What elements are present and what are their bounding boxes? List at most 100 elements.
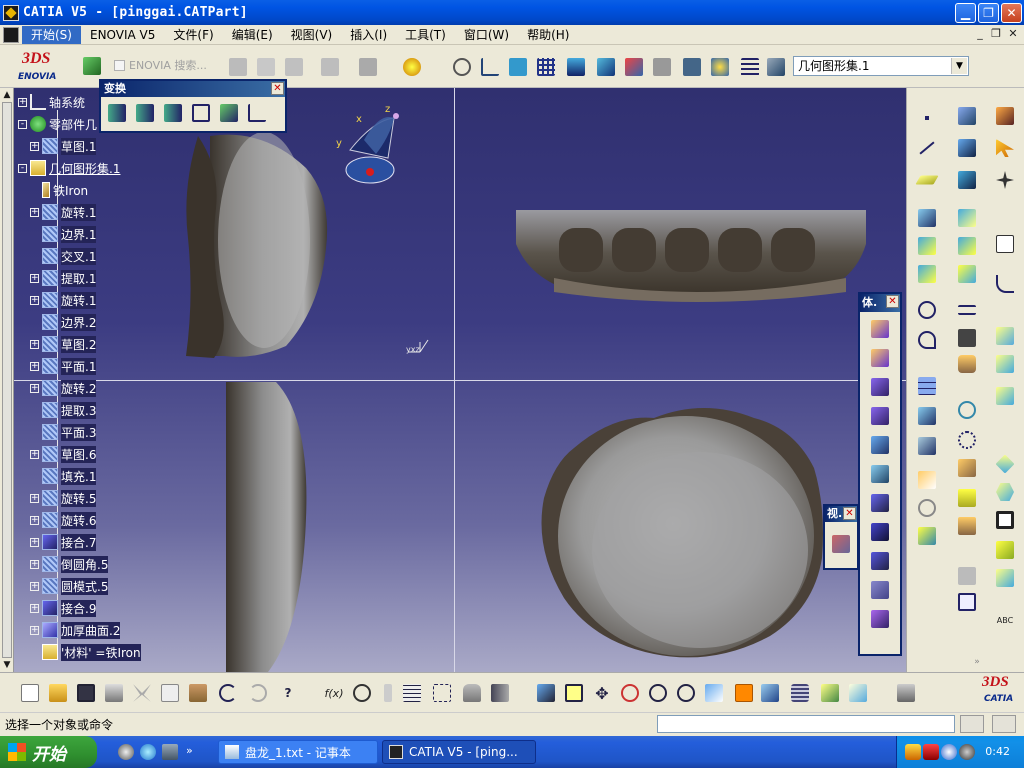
pointer-icon[interactable] (376, 681, 400, 705)
3d-viewport[interactable]: x y z yxz (14, 88, 906, 672)
split-icon[interactable] (868, 404, 892, 428)
loft-icon[interactable] (955, 168, 979, 192)
snap-icon[interactable] (993, 168, 1017, 192)
help-icon[interactable]: ? (276, 681, 300, 705)
enovia-search[interactable]: ENOVIA 搜索... (114, 57, 207, 73)
plane-tool-icon[interactable] (915, 168, 939, 192)
sphere-icon[interactable] (955, 234, 979, 258)
minimize-button[interactable]: ▁ (955, 3, 976, 23)
chevron-down-icon[interactable]: ▼ (951, 58, 967, 74)
tree-node-extract-1[interactable]: + 提取.1 (30, 268, 97, 288)
menu-edit[interactable]: 编辑(E) (223, 26, 282, 44)
multi-view-icon[interactable] (732, 681, 756, 705)
more-tools-icon[interactable]: » (965, 650, 989, 674)
pen-icon[interactable] (915, 524, 939, 548)
scroll-up-icon[interactable]: ▲ (1, 89, 13, 101)
rotate-icon[interactable] (133, 101, 157, 125)
axis-icon[interactable] (478, 55, 502, 79)
tree-node-material-param[interactable]: '材料' =铁Iron (42, 642, 141, 662)
tree-node-sketch-1[interactable]: + 草图.1 (30, 136, 97, 156)
tray-k-icon[interactable] (941, 744, 957, 760)
shape-tool-icon[interactable] (993, 566, 1017, 590)
select-arrow-icon[interactable] (993, 136, 1017, 160)
hexagon-icon[interactable] (993, 480, 1017, 504)
symmetry-icon[interactable] (161, 101, 185, 125)
catia-app-icon[interactable] (3, 4, 19, 21)
shading-icon[interactable] (788, 681, 812, 705)
cut-icon[interactable] (130, 681, 154, 705)
sketch-tool-icon[interactable] (993, 232, 1017, 256)
tree-node-revolve-1b[interactable]: + 旋转.1 (30, 290, 97, 310)
tree-node-boundary-1[interactable]: 边界.1 (42, 224, 97, 244)
tree-node-thick-surface-2[interactable]: + 加厚曲面.2 (30, 620, 121, 640)
tree-node-fillet-5[interactable]: + 倒圆角.5 (30, 554, 109, 574)
inertia-icon[interactable] (955, 326, 979, 350)
save-icon[interactable] (74, 681, 98, 705)
wave-icon[interactable] (915, 496, 939, 520)
translate-icon[interactable] (105, 101, 129, 125)
fit-all-icon[interactable] (562, 681, 586, 705)
body-toolbar[interactable]: 体. ✕ (858, 292, 902, 656)
solid-cube-icon[interactable] (868, 491, 892, 515)
tree-node-plane-1[interactable]: + 平面.1 (30, 356, 97, 376)
tree-node-plane-3[interactable]: 平面.3 (42, 422, 97, 442)
task-catia[interactable]: CATIA V5 - [ping... (382, 740, 536, 764)
enovia-connect-icon[interactable] (80, 54, 104, 78)
tool-icon-5[interactable] (356, 55, 380, 79)
catalog-tool-icon[interactable] (955, 514, 979, 538)
hide-show-icon[interactable] (818, 681, 842, 705)
copy-icon[interactable] (158, 681, 182, 705)
tree-node-join-9[interactable]: + 接合.9 (30, 598, 97, 618)
list-icon[interactable] (738, 55, 762, 79)
sketcher-icon[interactable] (400, 55, 424, 79)
close-icon[interactable]: ✕ (271, 82, 284, 95)
blend-icon[interactable] (955, 262, 979, 286)
zoom-out-icon[interactable] (674, 681, 698, 705)
tree-layout-icon[interactable] (506, 55, 530, 79)
start-button[interactable]: 开始 (0, 736, 97, 768)
fly-mode-icon[interactable] (534, 681, 558, 705)
draft-icon[interactable] (993, 324, 1017, 348)
transform-toolbar[interactable]: 变换 ✕ (99, 79, 287, 133)
tool-icon-3[interactable] (282, 55, 306, 79)
menu-start[interactable]: 开始(S) (22, 25, 81, 44)
tray-app-icon[interactable] (905, 744, 921, 760)
scroll-down-icon[interactable]: ▼ (1, 659, 13, 671)
measure-between-icon[interactable] (955, 298, 979, 322)
layers-tool-icon[interactable] (955, 486, 979, 510)
diamond-icon[interactable] (993, 452, 1017, 476)
command-history-icon[interactable] (992, 715, 1016, 733)
camera-icon[interactable] (894, 681, 918, 705)
helix-icon[interactable] (955, 136, 979, 160)
pad-icon[interactable] (868, 462, 892, 486)
menu-window[interactable]: 窗口(W) (455, 26, 518, 44)
formula-icon[interactable]: f(x) (322, 681, 346, 705)
viewport-divider-horizontal[interactable] (14, 380, 906, 381)
tree-node-extract-3[interactable]: 提取.3 (42, 400, 97, 420)
normal-view-icon[interactable] (702, 681, 726, 705)
thick-surface-tool-icon[interactable] (868, 317, 892, 341)
restore-button[interactable]: ❐ (978, 3, 999, 23)
tree-scrollbar[interactable]: ▲ ▼ (0, 88, 14, 672)
command-input[interactable] (657, 715, 955, 733)
doc-close-button[interactable]: ✕ (1005, 27, 1021, 41)
stop-command-icon[interactable] (960, 715, 984, 733)
curve-tool-icon[interactable] (915, 468, 939, 492)
close-button[interactable]: ✕ (1001, 3, 1022, 23)
document-menu-icon[interactable] (3, 26, 19, 43)
open-folder-icon[interactable] (46, 681, 70, 705)
part-design-icon[interactable] (993, 104, 1017, 128)
search-checkbox[interactable] (114, 59, 125, 71)
menu-view[interactable]: 视图(V) (282, 26, 342, 44)
tree-node-fill-1[interactable]: 填充.1 (42, 466, 97, 486)
point-icon[interactable] (915, 106, 939, 130)
abc-text-icon[interactable]: ABC (993, 608, 1017, 632)
render-icon[interactable] (708, 55, 732, 79)
fill-tool-icon[interactable] (915, 262, 939, 286)
repeat-icon[interactable] (955, 398, 979, 422)
stack-icon[interactable] (564, 55, 588, 79)
affinity-icon[interactable] (217, 101, 241, 125)
tree-node-revolve-5[interactable]: + 旋转.5 (30, 488, 97, 508)
surface-icon[interactable] (868, 433, 892, 457)
curve-icon[interactable] (993, 272, 1017, 296)
